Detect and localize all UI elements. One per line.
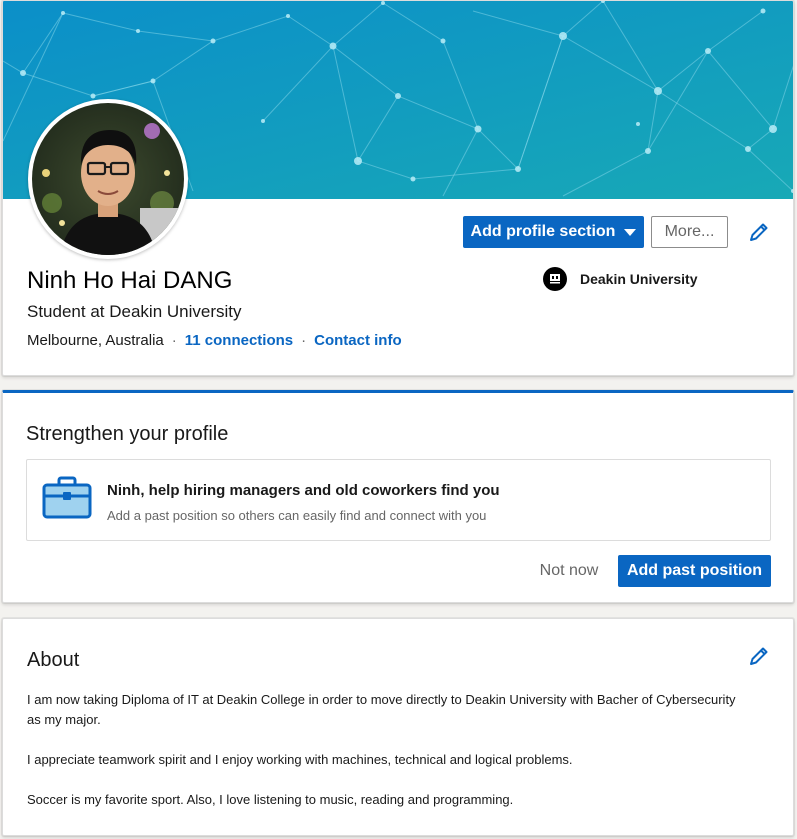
about-paragraph: I appreciate teamwork spirit and I enjoy… — [27, 752, 573, 767]
more-button[interactable]: More... — [651, 216, 728, 248]
pencil-icon[interactable] — [748, 645, 770, 667]
about-card: About I am now taking Diploma of IT at D… — [2, 618, 794, 836]
profile-headline: Student at Deakin University — [27, 302, 242, 321]
add-past-position-button[interactable]: Add past position — [618, 555, 771, 587]
profile-top-card: Add profile section More... Ninh Ho Hai … — [2, 0, 794, 376]
contact-info-link[interactable]: Contact info — [314, 332, 402, 349]
add-profile-section-button[interactable]: Add profile section — [463, 216, 644, 248]
strengthen-profile-card: Strengthen your profile Ninh, help hirin… — [2, 390, 794, 603]
location-text: Melbourne, Australia — [27, 332, 164, 349]
add-profile-section-label: Add profile section — [470, 223, 616, 240]
education-name: Deakin University — [580, 271, 698, 287]
pencil-icon[interactable] — [748, 221, 770, 243]
caret-down-icon — [624, 228, 637, 236]
briefcase-icon — [42, 476, 92, 525]
suggestion-box: Ninh, help hiring managers and old cowor… — [26, 459, 771, 541]
connections-link[interactable]: 11 connections — [185, 332, 293, 349]
separator-dot: · — [301, 332, 307, 349]
suggestion-title: Ninh, help hiring managers and old cowor… — [107, 482, 500, 499]
education-link[interactable]: Deakin University — [543, 267, 698, 291]
about-title: About — [27, 649, 80, 671]
separator-dot: · — [171, 332, 177, 349]
profile-photo[interactable] — [28, 99, 188, 259]
location-row: Melbourne, Australia · 11 connections · … — [27, 332, 402, 349]
about-text: I am now taking Diploma of IT at Deakin … — [27, 690, 747, 830]
strengthen-title: Strengthen your profile — [26, 423, 229, 445]
avatar-image — [32, 103, 184, 255]
deakin-logo-icon — [543, 267, 567, 291]
about-paragraph: I am now taking Diploma of IT at Deakin … — [27, 692, 736, 727]
about-paragraph: Soccer is my favorite sport. Also, I lov… — [27, 792, 514, 807]
not-now-button[interactable]: Not now — [529, 555, 609, 587]
profile-name: Ninh Ho Hai DANG — [27, 267, 233, 294]
suggestion-subtitle: Add a past position so others can easily… — [107, 508, 487, 523]
